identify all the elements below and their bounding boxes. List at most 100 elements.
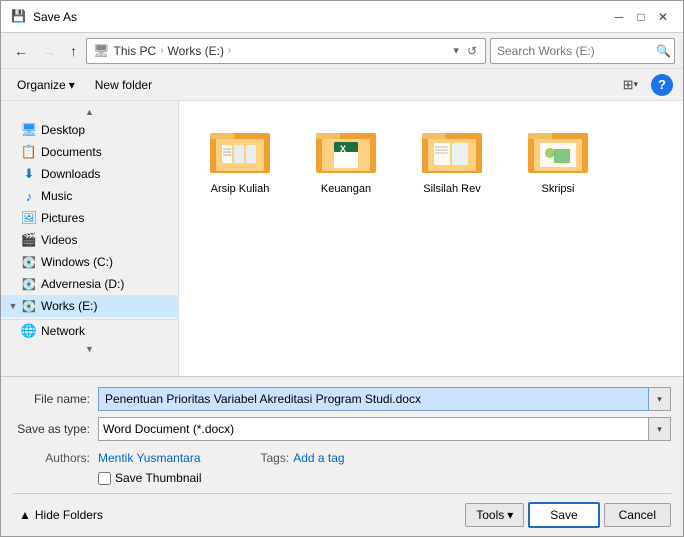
window-controls: ─ □ ✕	[609, 7, 673, 27]
downloads-icon: ⬇	[21, 166, 37, 182]
bottom-form: File name: ▾ Save as type: Word Document…	[1, 376, 683, 536]
save-as-dialog: 💾 Save As ─ □ ✕ ← → ↑ 🖥 This PC › Works …	[0, 0, 684, 537]
minimize-button[interactable]: ─	[609, 7, 629, 27]
view-button[interactable]: ⊞ ▾	[618, 74, 643, 96]
sidebar-label-documents: Documents	[41, 145, 102, 159]
arsip-label: Arsip Kuliah	[211, 183, 270, 195]
scroll-up-indicator[interactable]: ▲	[1, 105, 178, 119]
skripsi-icon	[526, 123, 590, 179]
svg-text:X: X	[340, 144, 346, 154]
videos-expand-icon	[5, 232, 21, 248]
pictures-expand-icon	[5, 210, 21, 226]
sidebar-item-pictures[interactable]: 🖼 Pictures	[1, 207, 178, 229]
advernesia-expand-icon	[5, 276, 21, 292]
hide-folders-button[interactable]: ▲ Hide Folders	[13, 505, 109, 525]
savetype-dropdown-button[interactable]: ▾	[649, 417, 671, 441]
back-button[interactable]: ←	[9, 40, 33, 62]
breadcrumb-works: Works (E:)	[168, 44, 224, 58]
thumbnail-checkbox[interactable]	[98, 472, 111, 485]
scroll-down-indicator[interactable]: ▼	[1, 342, 178, 356]
maximize-button[interactable]: □	[631, 7, 651, 27]
folder-arsip[interactable]: Arsip Kuliah	[195, 117, 285, 201]
search-icon: 🔍	[656, 44, 671, 58]
tools-button[interactable]: Tools ▾	[465, 503, 524, 527]
sidebar-item-music[interactable]: ♪ Music	[1, 185, 178, 207]
keuangan-label: Keuangan	[321, 183, 371, 195]
tools-label: Tools	[476, 508, 504, 522]
thumbnail-label: Save Thumbnail	[115, 471, 202, 485]
sidebar-item-desktop[interactable]: 🖥 Desktop	[1, 119, 178, 141]
music-expand-icon	[5, 188, 21, 204]
filename-input-wrapper: ▾	[98, 387, 671, 411]
new-folder-button[interactable]: New folder	[89, 75, 158, 95]
filename-dropdown-button[interactable]: ▾	[649, 387, 671, 411]
keuangan-icon: X	[314, 123, 378, 179]
sidebar-item-windows[interactable]: 💽 Windows (C:)	[1, 251, 178, 273]
sidebar-label-videos: Videos	[41, 233, 77, 247]
savetype-select[interactable]: Word Document (*.docx)	[98, 417, 649, 441]
add-tag-link[interactable]: Add a tag	[293, 451, 344, 465]
sidebar-item-network[interactable]: 🌐 Network	[1, 319, 178, 342]
close-button[interactable]: ✕	[653, 7, 673, 27]
breadcrumb-thispc: This PC	[114, 44, 157, 58]
authors-value[interactable]: Mentik Yusmantara	[98, 451, 201, 465]
help-button[interactable]: ?	[651, 74, 673, 96]
arsip-icon	[208, 123, 272, 179]
nav-toolbar: ← → ↑ 🖥 This PC › Works (E:) › ▾ ↺ 🔍	[1, 33, 683, 69]
organize-label: Organize	[17, 78, 66, 92]
arrow-up-icon: ▲	[19, 508, 31, 522]
sidebar-label-downloads: Downloads	[41, 167, 100, 181]
tags-label: Tags:	[261, 451, 290, 465]
downloads-expand-icon	[5, 166, 21, 182]
up-button[interactable]: ↑	[65, 40, 82, 62]
music-icon: ♪	[21, 188, 37, 204]
sidebar-label-desktop: Desktop	[41, 123, 85, 137]
organize-button[interactable]: Organize ▾	[11, 75, 81, 95]
breadcrumb-sep1: ›	[160, 45, 163, 56]
hide-folders-label: Hide Folders	[35, 508, 103, 522]
filename-input[interactable]	[98, 387, 649, 411]
silsilah-icon	[420, 123, 484, 179]
pictures-icon: 🖼	[21, 210, 37, 226]
authors-label: Authors:	[13, 451, 98, 465]
second-toolbar: Organize ▾ New folder ⊞ ▾ ?	[1, 69, 683, 101]
meta-row: Authors: Mentik Yusmantara Tags: Add a t…	[13, 447, 671, 469]
save-button[interactable]: Save	[528, 502, 599, 528]
refresh-button[interactable]: ↺	[465, 44, 479, 58]
sidebar-label-music: Music	[41, 189, 72, 203]
sidebar-item-downloads[interactable]: ⬇ Downloads	[1, 163, 178, 185]
dialog-icon: 💾	[11, 9, 27, 25]
savetype-label: Save as type:	[13, 422, 98, 436]
sidebar-label-pictures: Pictures	[41, 211, 84, 225]
view-icon: ⊞	[623, 77, 634, 93]
cancel-button[interactable]: Cancel	[604, 503, 671, 527]
filename-row: File name: ▾	[13, 387, 671, 411]
sidebar-label-works: Works (E:)	[41, 299, 97, 313]
sidebar-item-documents[interactable]: 📋 Documents	[1, 141, 178, 163]
thumbnail-row: Save Thumbnail	[13, 469, 671, 491]
windows-expand-icon	[5, 254, 21, 270]
main-content: ▲ 🖥 Desktop 📋 Documents ⬇ Downloads	[1, 101, 683, 376]
file-area: Arsip Kuliah X Keuangan	[179, 101, 683, 376]
sidebar-item-advernesia[interactable]: 💽 Advernesia (D:)	[1, 273, 178, 295]
view-dropdown-icon: ▾	[633, 79, 638, 90]
forward-button[interactable]: →	[37, 40, 61, 62]
sidebar-label-network: Network	[41, 324, 85, 338]
desktop-expand-icon	[5, 122, 21, 138]
sidebar-item-works[interactable]: 💽 Works (E:)	[1, 295, 178, 317]
folder-skripsi[interactable]: Skripsi	[513, 117, 603, 201]
savetype-input-wrapper: Word Document (*.docx) ▾	[98, 417, 671, 441]
sidebar-item-videos[interactable]: 🎬 Videos	[1, 229, 178, 251]
search-input[interactable]	[497, 44, 652, 58]
breadcrumb[interactable]: 🖥 This PC › Works (E:) › ▾ ↺	[86, 38, 486, 64]
dialog-title: Save As	[33, 10, 609, 24]
folder-silsilah[interactable]: Silsilah Rev	[407, 117, 497, 201]
breadcrumb-icon: 🖥	[93, 43, 110, 59]
tools-arrow-icon: ▾	[507, 508, 513, 522]
works-hdd-icon: 💽	[21, 298, 37, 314]
silsilah-label: Silsilah Rev	[423, 183, 480, 195]
folder-keuangan[interactable]: X Keuangan	[301, 117, 391, 201]
savetype-row: Save as type: Word Document (*.docx) ▾	[13, 417, 671, 441]
breadcrumb-dropdown[interactable]: ▾	[451, 44, 461, 57]
sidebar-label-windows: Windows (C:)	[41, 255, 113, 269]
